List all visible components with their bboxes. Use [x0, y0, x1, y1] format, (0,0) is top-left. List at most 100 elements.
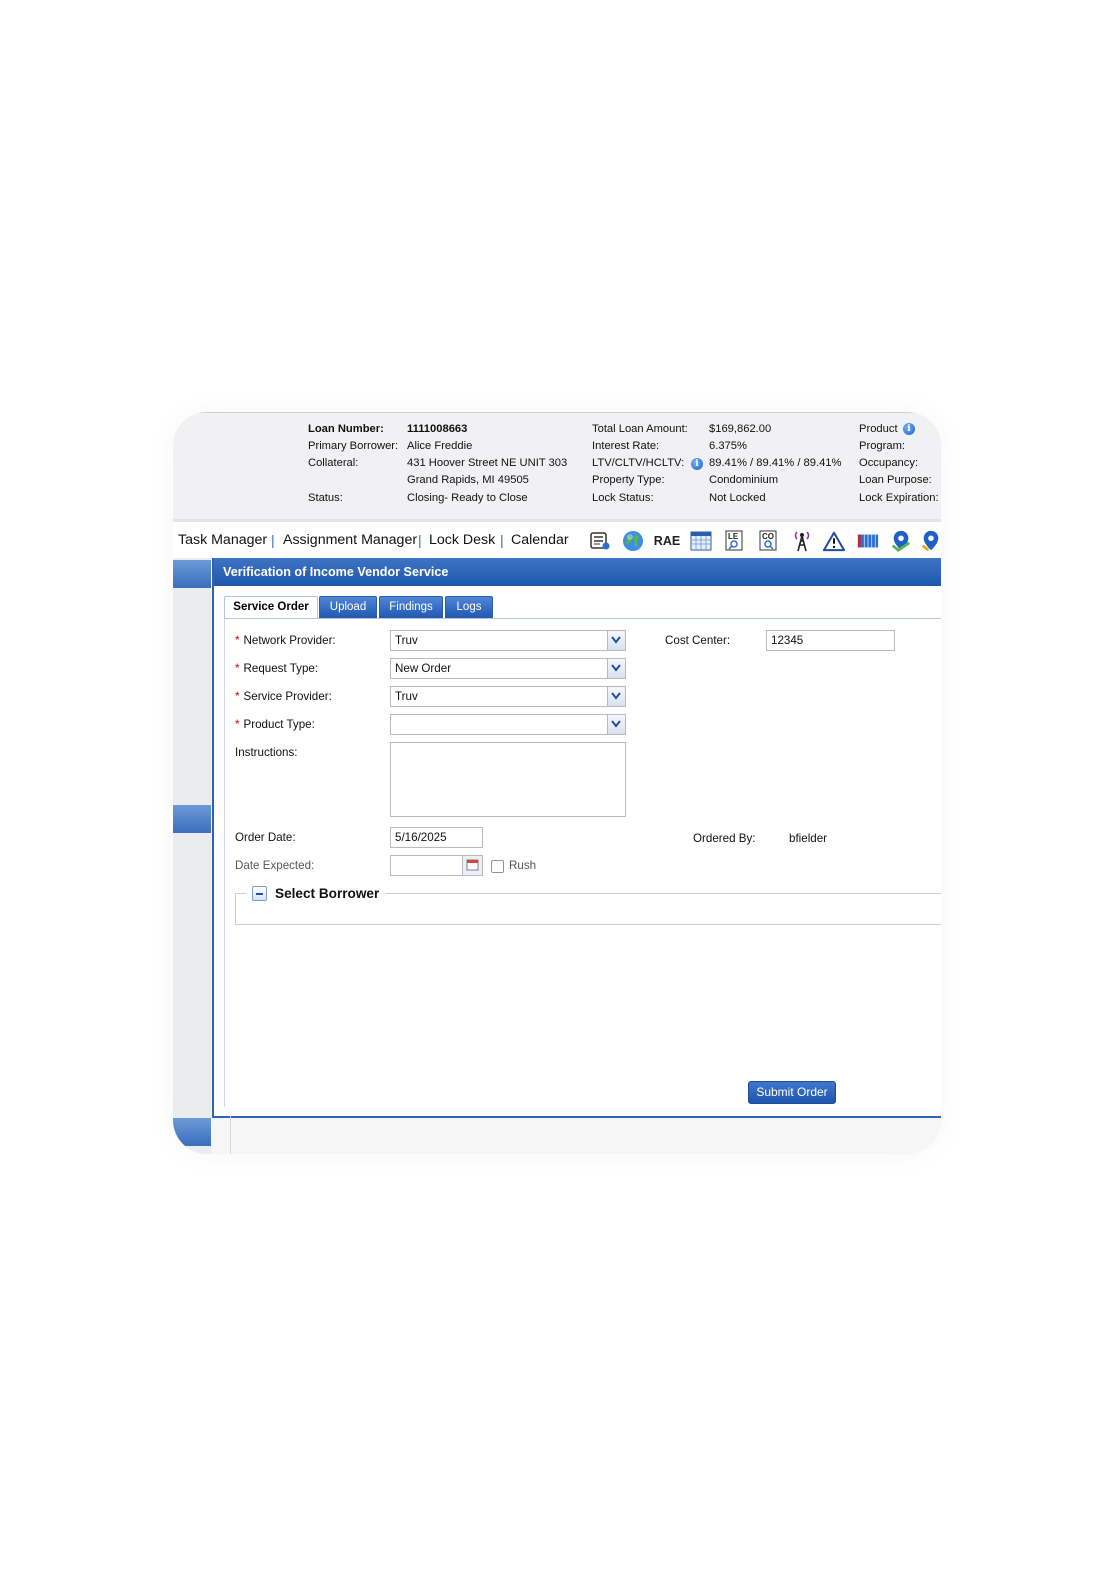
instructions-textarea[interactable]	[390, 742, 626, 817]
tab-findings[interactable]: Findings	[379, 596, 443, 618]
map-pin-icon-2[interactable]	[920, 530, 941, 552]
tab-upload[interactable]: Upload	[319, 596, 377, 618]
collateral-label: Collateral:	[308, 457, 359, 469]
collapse-minus-icon[interactable]	[252, 886, 267, 901]
total-loan-amount-value: $169,862.00	[709, 423, 772, 435]
collateral-line2: Grand Rapids, MI 49505	[407, 474, 529, 486]
loan-number-label: Loan Number:	[308, 423, 384, 435]
panel-title: Verification of Income Vendor Service	[223, 565, 449, 579]
product-type-select[interactable]	[390, 714, 626, 735]
tab-logs[interactable]: Logs	[445, 596, 493, 618]
nav-calendar[interactable]: Calendar	[511, 532, 569, 548]
sidebar-tab[interactable]	[173, 805, 211, 833]
loan-number-value: 1111008663	[407, 423, 468, 435]
co-icon-text: CO	[762, 532, 774, 541]
product-label: Product	[859, 423, 898, 435]
network-provider-value: Truv	[395, 634, 418, 647]
footer-divider	[230, 1116, 231, 1154]
occupancy-label: Occupancy:	[859, 457, 919, 469]
rush-label: Rush	[509, 859, 537, 872]
document-card-icon[interactable]	[589, 530, 611, 552]
product-info-icon[interactable]: i	[903, 423, 915, 435]
chevron-down-icon[interactable]	[607, 659, 625, 678]
sidebar-tab[interactable]	[173, 560, 211, 588]
nav-separator: |	[271, 532, 275, 548]
status-value: Closing- Ready to Close	[407, 492, 528, 504]
loan-summary-header: Loan Number: 1111008663 Primary Borrower…	[173, 413, 941, 519]
order-date-input[interactable]: 5/16/2025	[390, 827, 483, 848]
cost-center-input[interactable]: 12345	[766, 630, 895, 651]
property-type-value: Condominium	[709, 474, 779, 486]
program-label: Program:	[859, 440, 906, 452]
required-marker: *	[235, 634, 240, 647]
service-provider-select[interactable]: Truv	[390, 686, 626, 707]
order-date-label: Order Date:	[235, 831, 296, 844]
interest-rate-label: Interest Rate:	[592, 440, 660, 452]
service-provider-label: * Service Provider:	[235, 690, 332, 703]
order-date-value: 5/16/2025	[395, 831, 447, 844]
select-borrower-section: Select Borrower	[235, 886, 941, 925]
chevron-down-icon[interactable]	[607, 687, 625, 706]
co-search-icon[interactable]: CO	[758, 530, 780, 552]
calendar-grid-icon[interactable]	[690, 530, 712, 552]
le-icon-text: LE	[728, 532, 739, 541]
chevron-down-icon[interactable]	[607, 715, 625, 734]
sidebar-tab[interactable]	[173, 1118, 211, 1146]
select-borrower-header: Select Borrower	[246, 886, 386, 901]
date-expected-input[interactable]	[390, 855, 483, 876]
map-pin-icon[interactable]	[890, 530, 912, 552]
ordered-by-label: Ordered By:	[693, 832, 756, 845]
ltv-info-icon[interactable]: i	[691, 458, 703, 470]
collateral-line1: 431 Hoover Street NE UNIT 303	[407, 457, 568, 469]
request-type-select[interactable]: New Order	[390, 658, 626, 679]
left-sidebar	[173, 558, 211, 1154]
interest-rate-value: 6.375%	[709, 440, 747, 452]
globe-icon[interactable]	[622, 530, 644, 552]
submit-order-button[interactable]: Submit Order	[748, 1081, 836, 1104]
lock-status-label: Lock Status:	[592, 492, 654, 504]
lock-status-value: Not Locked	[709, 492, 766, 504]
nav-task-manager[interactable]: Task Manager	[178, 532, 267, 548]
required-marker: *	[235, 690, 240, 703]
nav-separator: |	[418, 532, 422, 548]
cost-center-label: Cost Center:	[665, 634, 731, 647]
service-provider-value: Truv	[395, 690, 418, 703]
primary-borrower-value: Alice Freddie	[407, 440, 473, 452]
cost-center-value: 12345	[771, 634, 804, 647]
ordered-by-value: bfielder	[789, 832, 828, 845]
nav-separator: |	[500, 532, 504, 548]
service-order-form: * Network Provider: Truv * Request Type: N…	[224, 619, 941, 1107]
top-nav-bar: Task Manager | Assignment Manager | Lock…	[173, 522, 941, 558]
required-marker: *	[235, 718, 240, 731]
voi-vendor-panel: Verification of Income Vendor Service Se…	[212, 558, 941, 1118]
panel-title-bar: Verification of Income Vendor Service	[214, 558, 941, 586]
lock-expiration-label: Lock Expiration:	[859, 492, 939, 504]
chevron-down-icon[interactable]	[607, 631, 625, 650]
calendar-icon[interactable]	[462, 856, 482, 875]
property-type-label: Property Type:	[592, 474, 665, 486]
instructions-label: Instructions:	[235, 746, 298, 759]
date-expected-label: Date Expected:	[235, 859, 315, 872]
nav-lock-desk[interactable]: Lock Desk	[429, 532, 495, 548]
total-loan-amount-label: Total Loan Amount:	[592, 423, 688, 435]
app-window: Loan Number: 1111008663 Primary Borrower…	[173, 412, 941, 1154]
rae-button[interactable]: RAE	[653, 530, 681, 552]
ltv-value: 89.41% / 89.41% / 89.41%	[709, 457, 842, 469]
select-borrower-label: Select Borrower	[275, 886, 380, 901]
network-provider-label: * Network Provider:	[235, 634, 336, 647]
grid-table-icon[interactable]	[857, 530, 879, 552]
network-provider-select[interactable]: Truv	[390, 630, 626, 651]
required-marker: *	[235, 662, 240, 675]
antenna-icon[interactable]	[791, 530, 813, 552]
request-type-value: New Order	[395, 662, 452, 675]
loan-purpose-label: Loan Purpose:	[859, 474, 932, 486]
status-label: Status:	[308, 492, 343, 504]
tab-service-order[interactable]: Service Order	[224, 596, 318, 619]
rush-checkbox[interactable]	[491, 860, 504, 873]
product-type-label: * Product Type:	[235, 718, 315, 731]
primary-borrower-label: Primary Borrower:	[308, 440, 399, 452]
warning-icon[interactable]	[823, 530, 845, 552]
request-type-label: * Request Type:	[235, 662, 319, 675]
nav-assignment-manager[interactable]: Assignment Manager	[283, 532, 417, 548]
le-search-icon[interactable]: LE	[724, 530, 746, 552]
